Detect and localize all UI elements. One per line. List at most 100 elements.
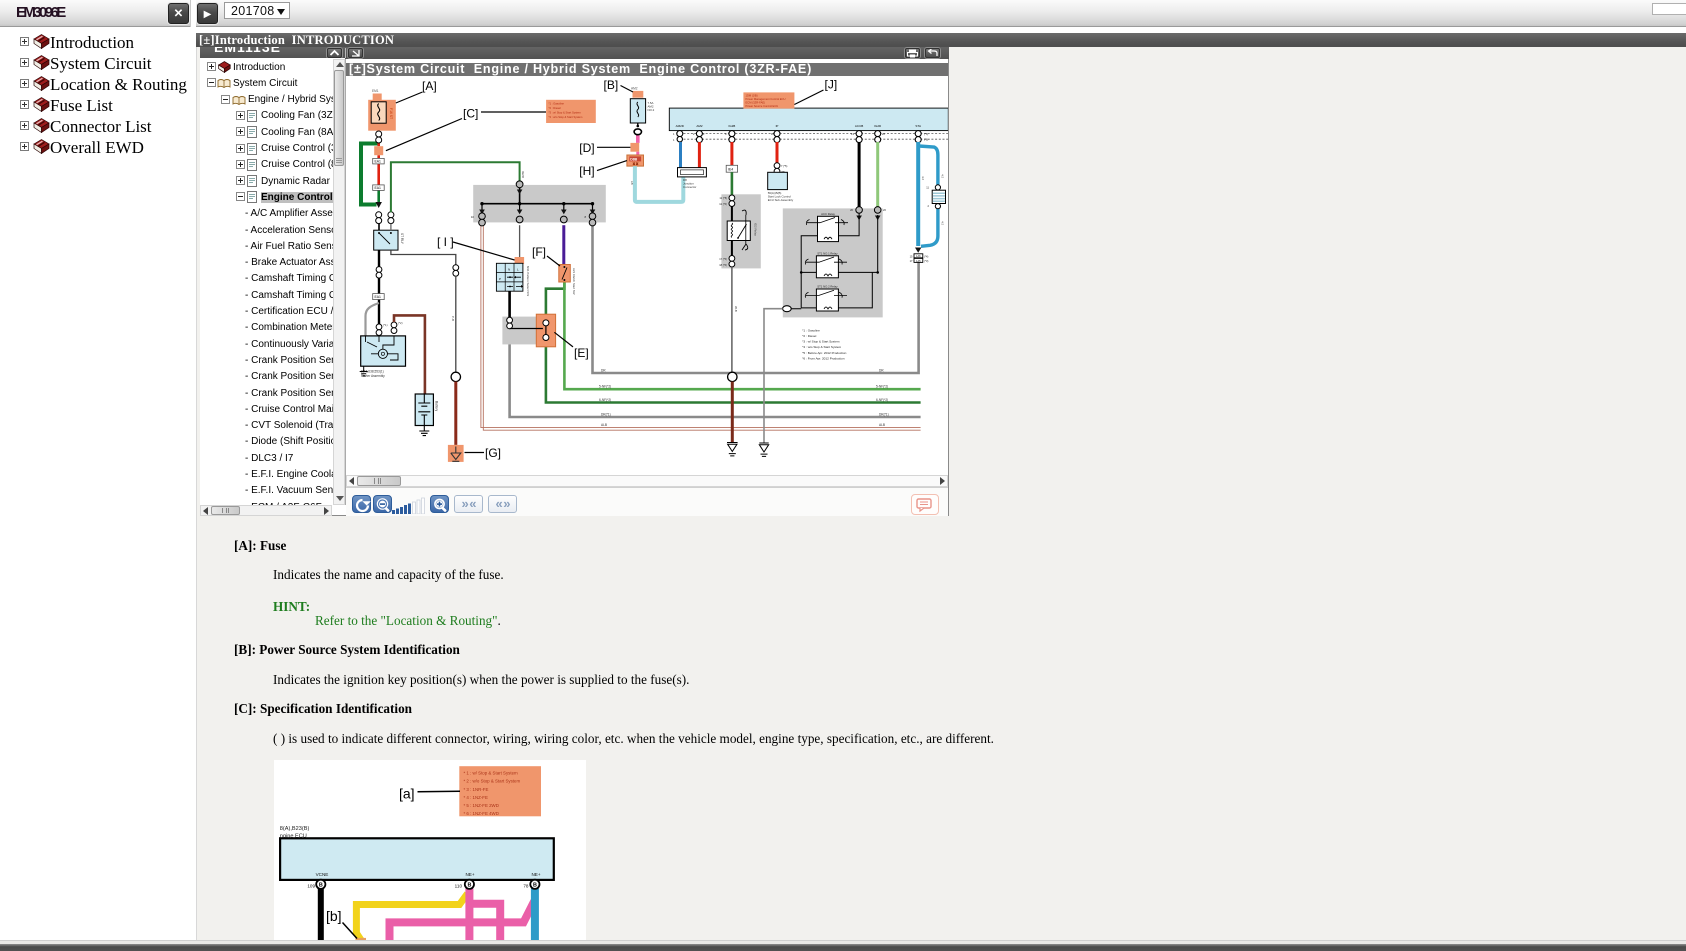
svg-text:VCNE: VCNE	[316, 872, 329, 877]
svg-text:EA1: EA1	[375, 186, 382, 190]
svg-text:ST RLY: ST RLY	[400, 233, 404, 245]
svg-text:* 3 : 1NR-FE: * 3 : 1NR-FE	[464, 787, 489, 792]
svg-text:20: 20	[883, 208, 886, 212]
svg-text:M31 Pattern Select SW: M31 Pattern Select SW	[526, 266, 530, 296]
svg-text:ACCB: ACCB	[855, 124, 863, 128]
svg-text:Power Management Control ECU: Power Management Control ECU	[746, 97, 786, 101]
svg-text:DR(*1): DR(*1)	[601, 413, 611, 417]
svg-text:P: P	[499, 277, 501, 281]
svg-text:AM2D: AM2D	[676, 124, 685, 128]
svg-text:*2 : Diesel: *2 : Diesel	[802, 334, 816, 338]
svg-text:*2 : Diesel: *2 : Diesel	[549, 106, 562, 110]
svg-text:(*4): (*4)	[924, 255, 928, 259]
svg-text:IE4: IE4	[728, 168, 733, 172]
svg-text:Battery: Battery	[435, 401, 439, 412]
svg-text:Connector: Connector	[683, 185, 696, 189]
svg-text:5-NF(*2): 5-NF(*2)	[876, 385, 888, 389]
svg-text:AM2: AM2	[696, 124, 703, 128]
svg-text:A21 Clutch Start SW: A21 Clutch Start SW	[572, 268, 576, 295]
svg-text:* 6 : 1NZ-FE 4WD: * 6 : 1NZ-FE 4WD	[464, 811, 499, 816]
svg-text:ST1 NO.1 Relay: ST1 NO.1 Relay	[817, 251, 838, 255]
svg-text:DR: DR	[601, 369, 606, 373]
svg-text:(*6): (*6)	[924, 138, 928, 142]
svg-text:EA1: EA1	[375, 295, 382, 299]
svg-text:Power Source Control ECU: Power Source Control ECU	[746, 104, 779, 108]
svg-text:4-2: 4-2	[941, 174, 945, 178]
svg-text:9: 9	[725, 132, 727, 136]
svg-text:[B]: [B]	[604, 78, 619, 92]
svg-text:P-B: P-B	[451, 316, 455, 321]
svg-text:[J]: [J]	[825, 78, 838, 92]
svg-text:DR(*1): DR(*1)	[879, 413, 889, 417]
svg-text:*1 : Gasoline: *1 : Gasoline	[802, 328, 820, 332]
svg-text:*5 : Before Apr. 2012 Producti: *5 : Before Apr. 2012 Production	[802, 351, 846, 355]
svg-text:*4 : w/o Stop & Start System: *4 : w/o Stop & Start System	[549, 115, 584, 119]
svg-text:17: 17	[910, 259, 913, 263]
svg-text:1: 1	[673, 132, 675, 136]
svg-text:* 5 : 1NZ-FE 2WD: * 5 : 1NZ-FE 2WD	[464, 803, 499, 808]
svg-text:[G]: [G]	[485, 446, 501, 460]
svg-text:ALB: ALB	[879, 423, 885, 427]
svg-text:4-2: 4-2	[941, 221, 945, 225]
svg-text:*1 : Gasoline: *1 : Gasoline	[549, 102, 565, 106]
svg-text:7 (*5): 7 (*5)	[781, 164, 787, 168]
svg-text:5-NF(*2): 5-NF(*2)	[599, 385, 611, 389]
svg-text:(*1): (*1)	[383, 323, 388, 327]
svg-text:* 2 : w/o Stop & Start System: * 2 : w/o Stop & Start System	[464, 779, 521, 784]
svg-text:(*2): (*2)	[398, 321, 403, 325]
svg-text:110: 110	[455, 883, 463, 888]
svg-text:10: 10	[471, 215, 475, 219]
svg-text:D8B: D8B	[630, 157, 637, 161]
svg-text:17 (*5): 17 (*5)	[719, 257, 727, 261]
svg-text:ALB: ALB	[601, 423, 607, 427]
svg-text:109: 109	[307, 883, 315, 888]
svg-text:IP: IP	[776, 124, 779, 128]
svg-text:1DM (J/B): 1DM (J/B)	[746, 93, 758, 97]
svg-text:15: 15	[910, 255, 913, 259]
svg-text:* 4 : 1NZ-FE: * 4 : 1NZ-FE	[464, 795, 488, 800]
svg-text:* 1 : w/ Stop & Start System: * 1 : w/ Stop & Start System	[464, 771, 519, 776]
svg-text:[b]: [b]	[326, 908, 342, 924]
svg-text:ST1 NO.2 Relay: ST1 NO.2 Relay	[817, 285, 838, 289]
svg-text:*3 : w/ Stop & Start System: *3 : w/ Stop & Start System	[802, 340, 840, 344]
svg-text:ECU Sub-Assembly: ECU Sub-Assembly	[768, 198, 794, 202]
svg-text:[A]: [A]	[422, 79, 437, 93]
svg-text:DR: DR	[879, 369, 884, 373]
svg-text:6-NF(*2): 6-NF(*2)	[599, 398, 611, 402]
svg-text:1A5: 1A5	[916, 259, 921, 263]
svg-text:IG2 Relay: IG2 Relay	[754, 223, 758, 236]
svg-text:LB: LB	[630, 181, 634, 185]
svg-text:STA: STA	[915, 124, 921, 128]
svg-text:IG2D: IG2D	[874, 124, 882, 128]
svg-text:EA1: EA1	[375, 160, 382, 164]
svg-text:1: 1	[673, 138, 675, 142]
svg-text:12 (*6): 12 (*6)	[719, 202, 727, 206]
svg-text:[a]: [a]	[399, 786, 415, 802]
svg-text:W-B: W-B	[734, 306, 738, 312]
svg-text:IG2B: IG2B	[728, 124, 735, 128]
svg-text:EM1: EM1	[372, 89, 379, 93]
svg-text:F16 ST: F16 ST	[389, 108, 393, 119]
svg-text:ACC Relay: ACC Relay	[821, 212, 835, 216]
svg-text:6-NF(*2): 6-NF(*2)	[876, 398, 888, 402]
svg-text:11 (*5): 11 (*5)	[719, 196, 727, 200]
svg-text:1A6: 1A6	[916, 254, 921, 258]
svg-text:11: 11	[926, 186, 929, 190]
svg-text:18 (*6): 18 (*6)	[719, 263, 727, 267]
svg-text:[F]: [F]	[532, 245, 546, 259]
svg-text:ECM (3ZR-FAE): ECM (3ZR-FAE)	[746, 101, 766, 105]
svg-text:(*5): (*5)	[924, 132, 928, 136]
svg-text:B: B	[319, 882, 323, 888]
svg-text:4-2: 4-2	[921, 176, 925, 180]
svg-text:B: B	[467, 882, 471, 888]
svg-text:2: 2	[928, 204, 930, 208]
svg-text:[E]: [E]	[574, 346, 589, 360]
svg-text:IG2D: IG2D	[521, 171, 525, 179]
svg-text:[D]: [D]	[579, 141, 594, 155]
svg-text:*6 : From Apr. 2012 Production: *6 : From Apr. 2012 Production	[802, 356, 845, 360]
svg-text:AM2: AM2	[631, 87, 638, 91]
svg-text:B: B	[533, 882, 537, 888]
svg-text:13: 13	[851, 132, 854, 136]
svg-text:2: 2	[693, 132, 695, 136]
svg-text:8(A),B23(B): 8(A),B23(B)	[280, 826, 310, 832]
